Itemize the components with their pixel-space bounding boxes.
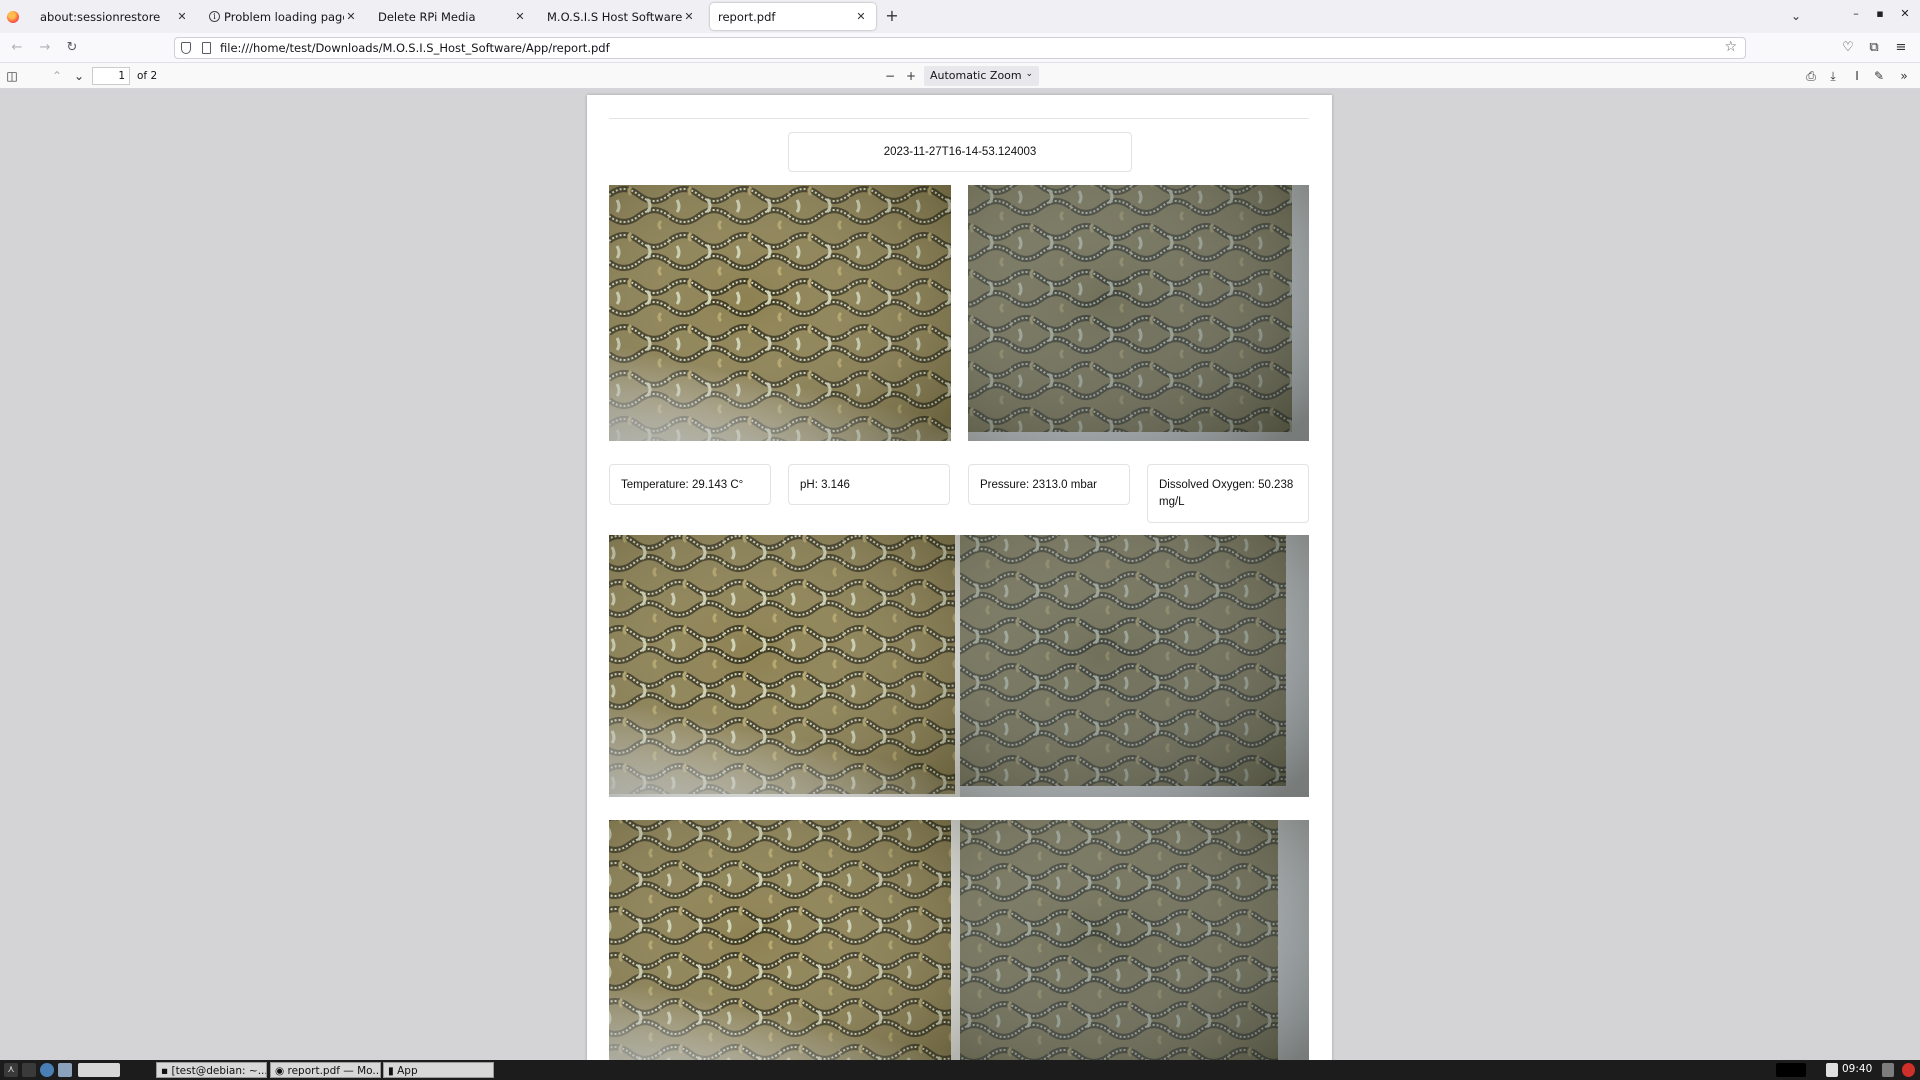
text-tool-icon[interactable]: I <box>1849 68 1865 84</box>
url-text[interactable]: file:///home/test/Downloads/M.O.S.I.S_Ho… <box>220 41 610 55</box>
task-label: report.pdf — Mo... <box>287 1065 381 1077</box>
pdf-viewer[interactable]: 2023-11-27T16-14-53.124003 Temperature: … <box>0 89 1920 1060</box>
save-icon[interactable]: ⤓ <box>1825 68 1841 84</box>
zoom-value: Automatic Zoom <box>930 69 1022 82</box>
zoom-in-button[interactable]: + <box>903 68 919 84</box>
close-icon[interactable]: ✕ <box>344 10 358 23</box>
close-icon[interactable]: ✕ <box>682 10 696 23</box>
taskbar-task-terminal[interactable]: ▪ [test@debian: ~... <box>156 1062 267 1078</box>
zoom-out-button[interactable]: − <box>882 68 898 84</box>
tab-sessionrestore[interactable]: about:sessionrestore ✕ <box>32 3 197 30</box>
minimize-button[interactable]: – <box>1848 7 1864 23</box>
start-menu-icon[interactable]: ⋏ <box>4 1063 18 1077</box>
page-icon <box>202 42 211 54</box>
next-page-button[interactable]: ⌄ <box>71 68 87 84</box>
coral-image-right <box>968 185 1309 441</box>
extensions-icon[interactable]: ⧉ <box>1865 39 1883 57</box>
tab-label: about:sessionrestore <box>40 9 161 24</box>
new-tab-button[interactable]: + <box>884 8 900 24</box>
oxygen-card: Dissolved Oxygen: 50.238 mg/L <box>1147 464 1309 523</box>
firefox-launcher-icon[interactable] <box>78 1063 120 1077</box>
file-manager-icon[interactable] <box>58 1063 72 1077</box>
close-window-button[interactable]: ✕ <box>1897 7 1913 23</box>
pdf-page: 2023-11-27T16-14-53.124003 Temperature: … <box>587 95 1332 1060</box>
url-bar[interactable]: file:///home/test/Downloads/M.O.S.I.S_Ho… <box>174 37 1746 59</box>
desktop-icon[interactable] <box>22 1063 36 1077</box>
bookmark-star-icon[interactable]: ☆ <box>1724 39 1737 55</box>
task-label: App <box>397 1065 418 1077</box>
temperature-card: Temperature: 29.143 C° <box>609 464 771 505</box>
pocket-icon[interactable]: ♡ <box>1839 39 1857 57</box>
coral-image-right <box>960 820 1309 1060</box>
clipboard-icon[interactable] <box>1826 1063 1838 1077</box>
zoom-select[interactable]: Automatic Zoom ⌄ <box>924 66 1039 86</box>
close-icon[interactable]: ✕ <box>513 10 527 23</box>
timestamp-text: 2023-11-27T16-14-53.124003 <box>883 146 1037 158</box>
tab-label: M.O.S.I.S Host Software Hon <box>547 9 682 24</box>
nav-bar: ← → ↻ file:///home/test/Downloads/M.O.S.… <box>0 33 1920 63</box>
coral-image-left <box>609 820 960 1060</box>
chevron-down-icon: ⌄ <box>1025 69 1033 79</box>
ph-value: pH: 3.146 <box>800 479 850 491</box>
taskbar: ⋏ ▪ [test@debian: ~... ◉ report.pdf — Mo… <box>0 1060 1920 1080</box>
reload-button[interactable]: ↻ <box>64 40 80 56</box>
browser-launcher-icon[interactable] <box>40 1063 54 1077</box>
chevron-down-icon[interactable]: ⌄ <box>1791 9 1801 23</box>
power-icon[interactable] <box>1902 1063 1915 1077</box>
pressure-card: Pressure: 2313.0 mbar <box>968 464 1130 505</box>
tools-menu-icon[interactable]: » <box>1896 68 1912 84</box>
tab-label: report.pdf <box>718 9 776 24</box>
previous-page-button[interactable]: ⌃ <box>49 68 65 84</box>
coral-image-left <box>609 185 951 441</box>
menu-icon[interactable]: ≡ <box>1892 39 1910 57</box>
task-label: [test@debian: ~... <box>171 1065 267 1077</box>
firefox-logo-icon <box>7 11 19 23</box>
folder-icon: ▮ <box>388 1065 398 1077</box>
ph-card: pH: 3.146 <box>788 464 950 505</box>
tab-label: Problem loading page <box>224 9 344 24</box>
page-count: of 2 <box>137 70 158 82</box>
taskbar-task-firefox[interactable]: ◉ report.pdf — Mo... <box>270 1062 381 1078</box>
shield-icon[interactable] <box>181 42 191 54</box>
clock[interactable]: 09:40 <box>1842 1063 1872 1075</box>
coral-image-right <box>960 535 1309 797</box>
draw-icon[interactable]: ✎ <box>1871 68 1887 84</box>
back-button[interactable]: ← <box>9 40 25 56</box>
info-icon: i <box>209 11 220 22</box>
tab-bar: about:sessionrestore ✕ i Problem loading… <box>0 0 1920 33</box>
close-icon[interactable]: ✕ <box>175 10 189 23</box>
tab-report-pdf[interactable]: report.pdf ✕ <box>710 3 876 30</box>
pressure-value: Pressure: 2313.0 mbar <box>980 479 1097 491</box>
firefox-icon: ◉ <box>275 1065 288 1077</box>
tab-mosis-host[interactable]: M.O.S.I.S Host Software Hon ✕ <box>539 3 704 30</box>
tab-problem-loading[interactable]: i Problem loading page ✕ <box>201 3 366 30</box>
forward-button[interactable]: → <box>37 40 53 56</box>
page-number-input[interactable]: 1 <box>92 67 130 85</box>
tab-label: Delete RPi Media <box>378 9 476 24</box>
maximize-button[interactable]: ▪ <box>1872 7 1888 23</box>
divider <box>609 118 1309 119</box>
network-icon[interactable] <box>1882 1063 1894 1077</box>
timestamp-card: 2023-11-27T16-14-53.124003 <box>788 132 1132 172</box>
oxygen-value: Dissolved Oxygen: 50.238 mg/L <box>1159 479 1294 508</box>
print-icon[interactable]: ⎙ <box>1803 68 1819 84</box>
taskbar-task-app[interactable]: ▮ App <box>383 1062 494 1078</box>
coral-image-left <box>609 535 960 797</box>
temperature-value: Temperature: 29.143 C° <box>621 479 744 491</box>
pdf-toolbar: ◫ ⌃ ⌄ 1 of 2 − + Automatic Zoom ⌄ ⎙ ⤓ I … <box>0 63 1920 89</box>
close-icon[interactable]: ✕ <box>854 10 868 23</box>
terminal-icon: ▪ <box>161 1065 172 1077</box>
tray-graph-icon <box>1776 1063 1806 1077</box>
tab-delete-rpi-media[interactable]: Delete RPi Media ✕ <box>370 3 535 30</box>
sidebar-toggle-icon[interactable]: ◫ <box>4 68 20 84</box>
